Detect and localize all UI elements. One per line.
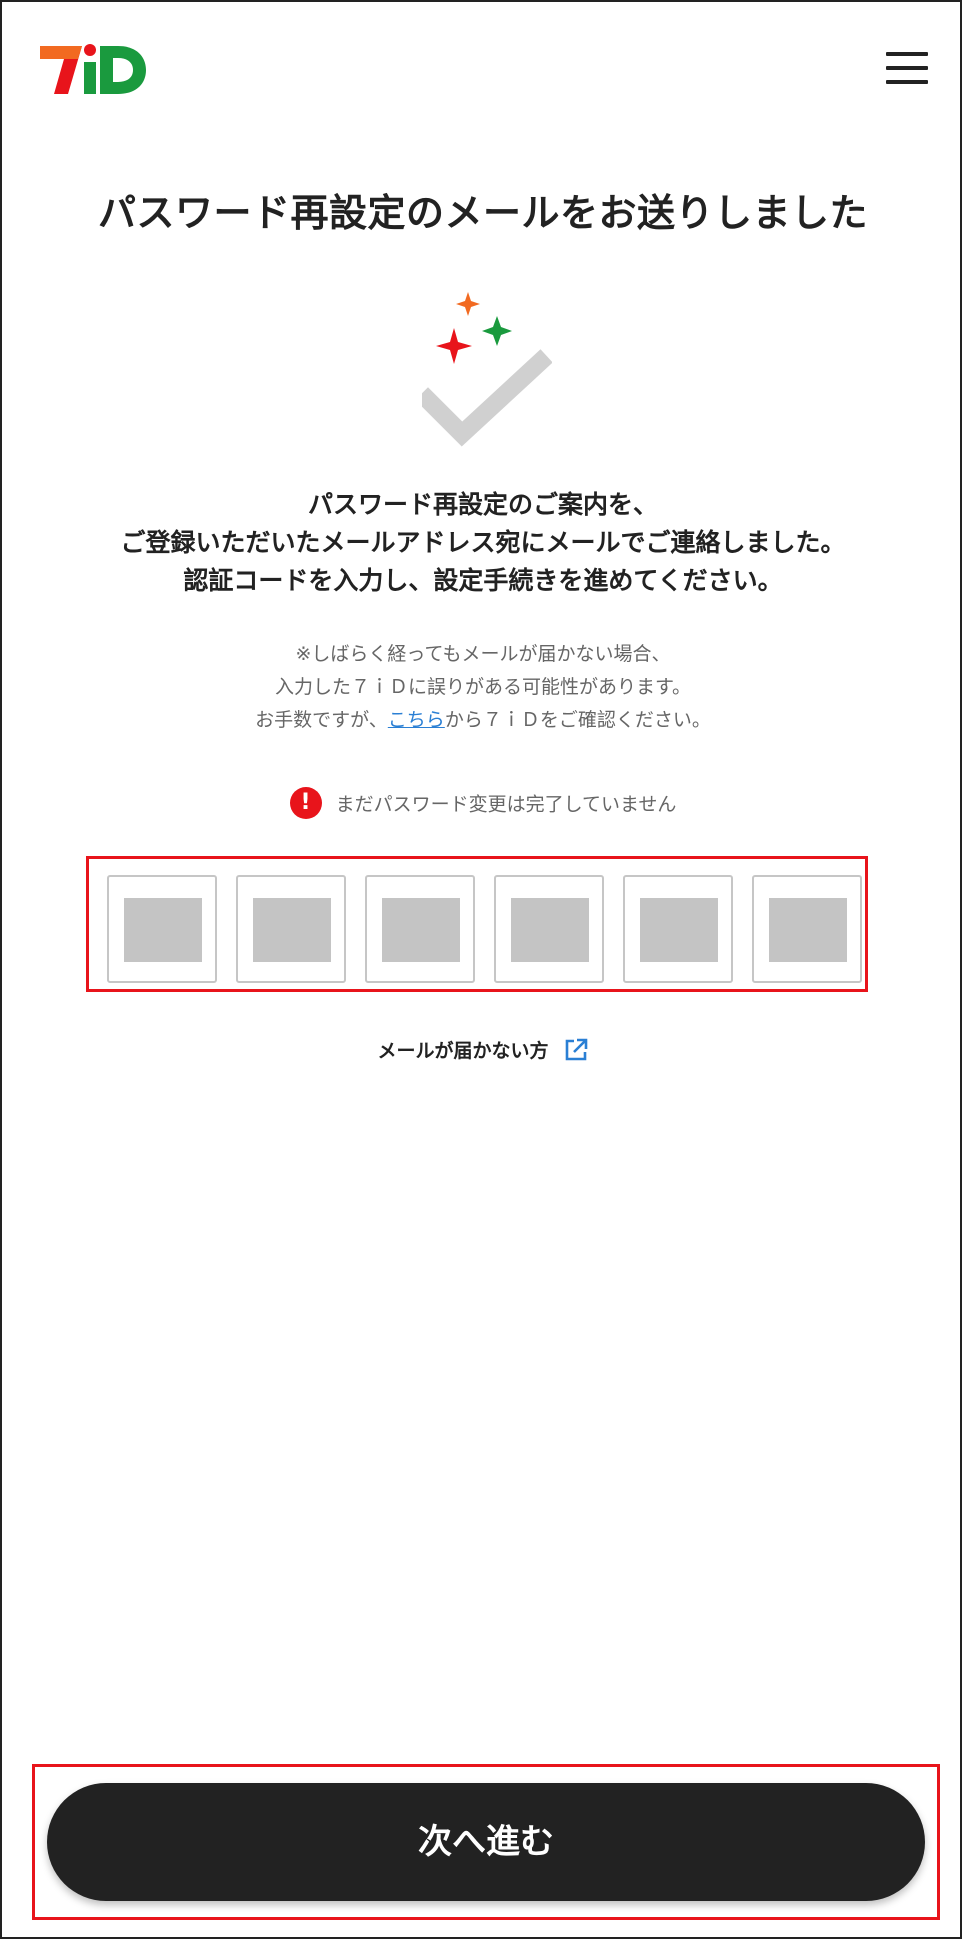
message-line: 認証コードを入力し、設定手続きを進めてください。 (183, 566, 783, 595)
note-text: お手数ですが、 (255, 709, 388, 731)
code-input-mask (382, 898, 460, 962)
code-input-6[interactable] (752, 875, 862, 983)
hamburger-menu-icon[interactable] (886, 50, 930, 86)
no-mail-link[interactable]: メールが届かない方 (2, 1036, 962, 1063)
note-line: お手数ですが、こちらから７ｉＤをご確認ください。 (2, 704, 962, 737)
code-input-mask (124, 898, 202, 962)
external-link-icon (565, 1038, 587, 1060)
next-button-area: 次へ進む (32, 1764, 940, 1920)
page-frame: パスワード再設定のメールをお送りしました パスワード再設定のご案内を、 ご登録い… (0, 0, 962, 1939)
main-message: パスワード再設定のご案内を、 ご登録いただいたメールアドレス宛にメールでご連絡し… (2, 486, 962, 600)
menu-bar (886, 80, 928, 84)
7id-logo[interactable] (38, 42, 148, 98)
confirm-id-link[interactable]: こちら (388, 709, 445, 731)
code-input-mask (640, 898, 718, 962)
code-input-mask (511, 898, 589, 962)
warning-text: まだパスワード変更は完了していません (335, 793, 677, 816)
menu-bar (886, 66, 928, 70)
menu-bar (886, 52, 928, 56)
code-input-2[interactable] (236, 875, 346, 983)
message-line: パスワード再設定のご案内を、 (307, 490, 658, 519)
next-button[interactable]: 次へ進む (47, 1783, 925, 1901)
code-input-1[interactable] (107, 875, 217, 983)
message-line: ご登録いただいたメールアドレス宛にメールでご連絡しました。 (120, 528, 846, 557)
note-line: 入力した７ｉＤに誤りがある可能性があります。 (274, 676, 692, 698)
code-input-4[interactable] (494, 875, 604, 983)
no-mail-label: メールが届かない方 (377, 1040, 549, 1062)
code-input-mask (769, 898, 847, 962)
check-sparkle-icon (422, 292, 552, 447)
note-text: から７ｉＤをご確認ください。 (444, 709, 711, 731)
code-input-mask (253, 898, 331, 962)
exclamation-alert-icon: ! (289, 787, 322, 819)
code-input-3[interactable] (365, 875, 475, 983)
help-note: ※しばらく経ってもメールが届かない場合、 入力した７ｉＤに誤りがある可能性があり… (2, 638, 962, 737)
note-line: ※しばらく経ってもメールが届かない場合、 (295, 643, 671, 665)
page-title: パスワード再設定のメールをお送りしました (97, 191, 868, 235)
warning-message: ! まだパスワード変更は完了していません (2, 787, 962, 819)
verification-code-group (86, 856, 868, 992)
code-input-5[interactable] (623, 875, 733, 983)
